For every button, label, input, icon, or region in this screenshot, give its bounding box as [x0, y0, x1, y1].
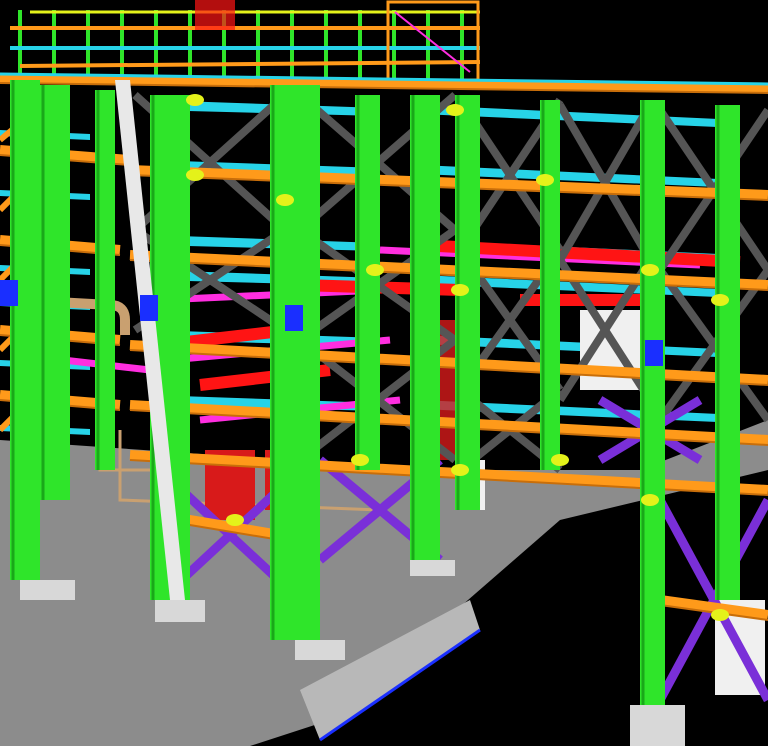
splice-plate: [140, 295, 158, 321]
gusset-plate: [641, 494, 659, 506]
splice-plate: [0, 280, 18, 306]
column-footing: [295, 640, 345, 660]
column-footing: [155, 600, 205, 622]
steel-structure-3d-view: [0, 0, 768, 746]
gusset-plate: [451, 284, 469, 296]
gusset-plate: [641, 264, 659, 276]
gusset-plate: [536, 174, 554, 186]
gusset-plate: [446, 104, 464, 116]
gusset-plate: [711, 294, 729, 306]
background-equipment: [195, 0, 235, 30]
splice-plate: [645, 340, 663, 366]
gusset-plate: [551, 454, 569, 466]
splice-plate: [285, 305, 303, 331]
gusset-plate: [366, 264, 384, 276]
gusset-plate: [186, 94, 204, 106]
model-viewport[interactable]: [0, 0, 768, 746]
gusset-plate: [186, 169, 204, 181]
gusset-plate: [451, 464, 469, 476]
gusset-plate: [351, 454, 369, 466]
column-footing: [630, 705, 685, 746]
gusset-plate: [711, 609, 729, 621]
background-structure: [10, 0, 481, 82]
gusset-plate: [226, 514, 244, 526]
column-footing: [410, 560, 455, 576]
column-footing: [20, 580, 75, 600]
gusset-plate: [276, 194, 294, 206]
green-column: [270, 85, 320, 640]
